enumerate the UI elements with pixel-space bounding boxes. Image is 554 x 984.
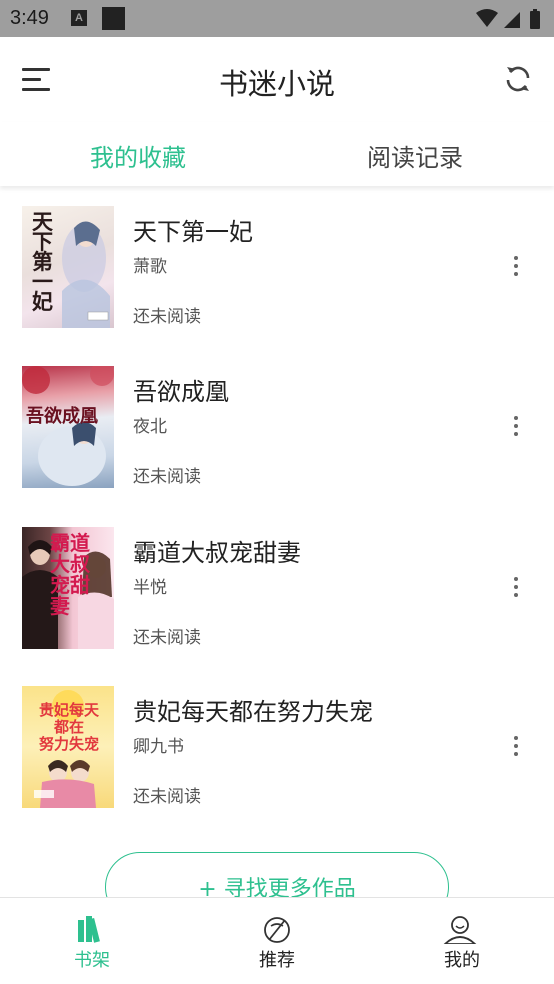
- reading-status: 还未阅读: [133, 467, 201, 487]
- reading-status: 还未阅读: [133, 628, 201, 648]
- bottom-nav: 书架 推荐 我的: [0, 897, 554, 984]
- app-title: 书迷小说: [218, 67, 335, 101]
- bookshelf-icon: [78, 916, 100, 943]
- battery-icon: [530, 11, 540, 29]
- notification-icon: A: [71, 10, 87, 26]
- book-cover: 天下第一妃: [22, 206, 114, 328]
- reading-status: 还未阅读: [133, 307, 201, 327]
- nav-recommend[interactable]: 推荐: [185, 898, 369, 984]
- book-author: 卿九书: [133, 737, 184, 757]
- nav-profile[interactable]: 我的: [370, 898, 554, 984]
- book-cover: 吾欲成凰: [22, 366, 114, 488]
- list-item[interactable]: 天下第一妃 天下第一妃 萧歌 还未阅读: [0, 206, 554, 354]
- list-item[interactable]: 吾欲成凰 吾欲成凰 夜北 还未阅读: [0, 366, 554, 514]
- system-icons: [476, 9, 540, 29]
- notification-square-icon: [102, 7, 125, 30]
- list-item[interactable]: 贵妃每天 都在 努力失宠 贵妃每天都在努力失宠 卿九书 还未阅读: [0, 686, 554, 834]
- book-author: 夜北: [133, 417, 167, 437]
- tab-favorites[interactable]: 我的收藏: [90, 138, 186, 173]
- nav-bookshelf[interactable]: 书架: [0, 898, 184, 984]
- book-title: 吾欲成凰: [133, 378, 229, 406]
- book-author: 萧歌: [133, 257, 167, 277]
- refresh-icon[interactable]: [503, 64, 533, 94]
- nav-label: 我的: [444, 950, 480, 971]
- signal-icon: [504, 12, 520, 28]
- status-bar: 3:49 A: [0, 0, 554, 37]
- book-cover: 霸道 大叔 宠甜妻: [22, 527, 114, 649]
- cover-title: 吾欲成凰: [26, 406, 98, 427]
- cover-title: 天下第一妃: [32, 209, 53, 314]
- nav-label: 推荐: [259, 950, 295, 971]
- book-cover: 贵妃每天 都在 努力失宠: [22, 686, 114, 808]
- profile-icon: [443, 916, 477, 944]
- tab-reading-history[interactable]: 阅读记录: [367, 138, 463, 173]
- more-options-icon[interactable]: [508, 575, 524, 599]
- status-time: 3:49: [10, 7, 49, 29]
- cover-title: 贵妃每天 都在 努力失宠: [38, 701, 99, 753]
- tab-bar: 我的收藏 阅读记录: [0, 122, 554, 186]
- compass-icon: [264, 917, 290, 943]
- more-options-icon[interactable]: [508, 254, 524, 278]
- reading-status: 还未阅读: [133, 787, 201, 807]
- book-author: 半悦: [133, 578, 167, 598]
- cover-title: 霸道 大叔 宠甜妻: [50, 531, 90, 618]
- nav-label: 书架: [74, 950, 110, 971]
- book-title: 天下第一妃: [133, 218, 253, 246]
- book-title: 霸道大叔宠甜妻: [133, 539, 301, 567]
- wifi-icon: [476, 9, 498, 27]
- more-options-icon[interactable]: [508, 734, 524, 758]
- app-bar: 书迷小说: [0, 37, 554, 122]
- book-title: 贵妃每天都在努力失宠: [133, 698, 373, 726]
- list-item[interactable]: 霸道 大叔 宠甜妻 霸道大叔宠甜妻 半悦 还未阅读: [0, 527, 554, 675]
- more-options-icon[interactable]: [508, 414, 524, 438]
